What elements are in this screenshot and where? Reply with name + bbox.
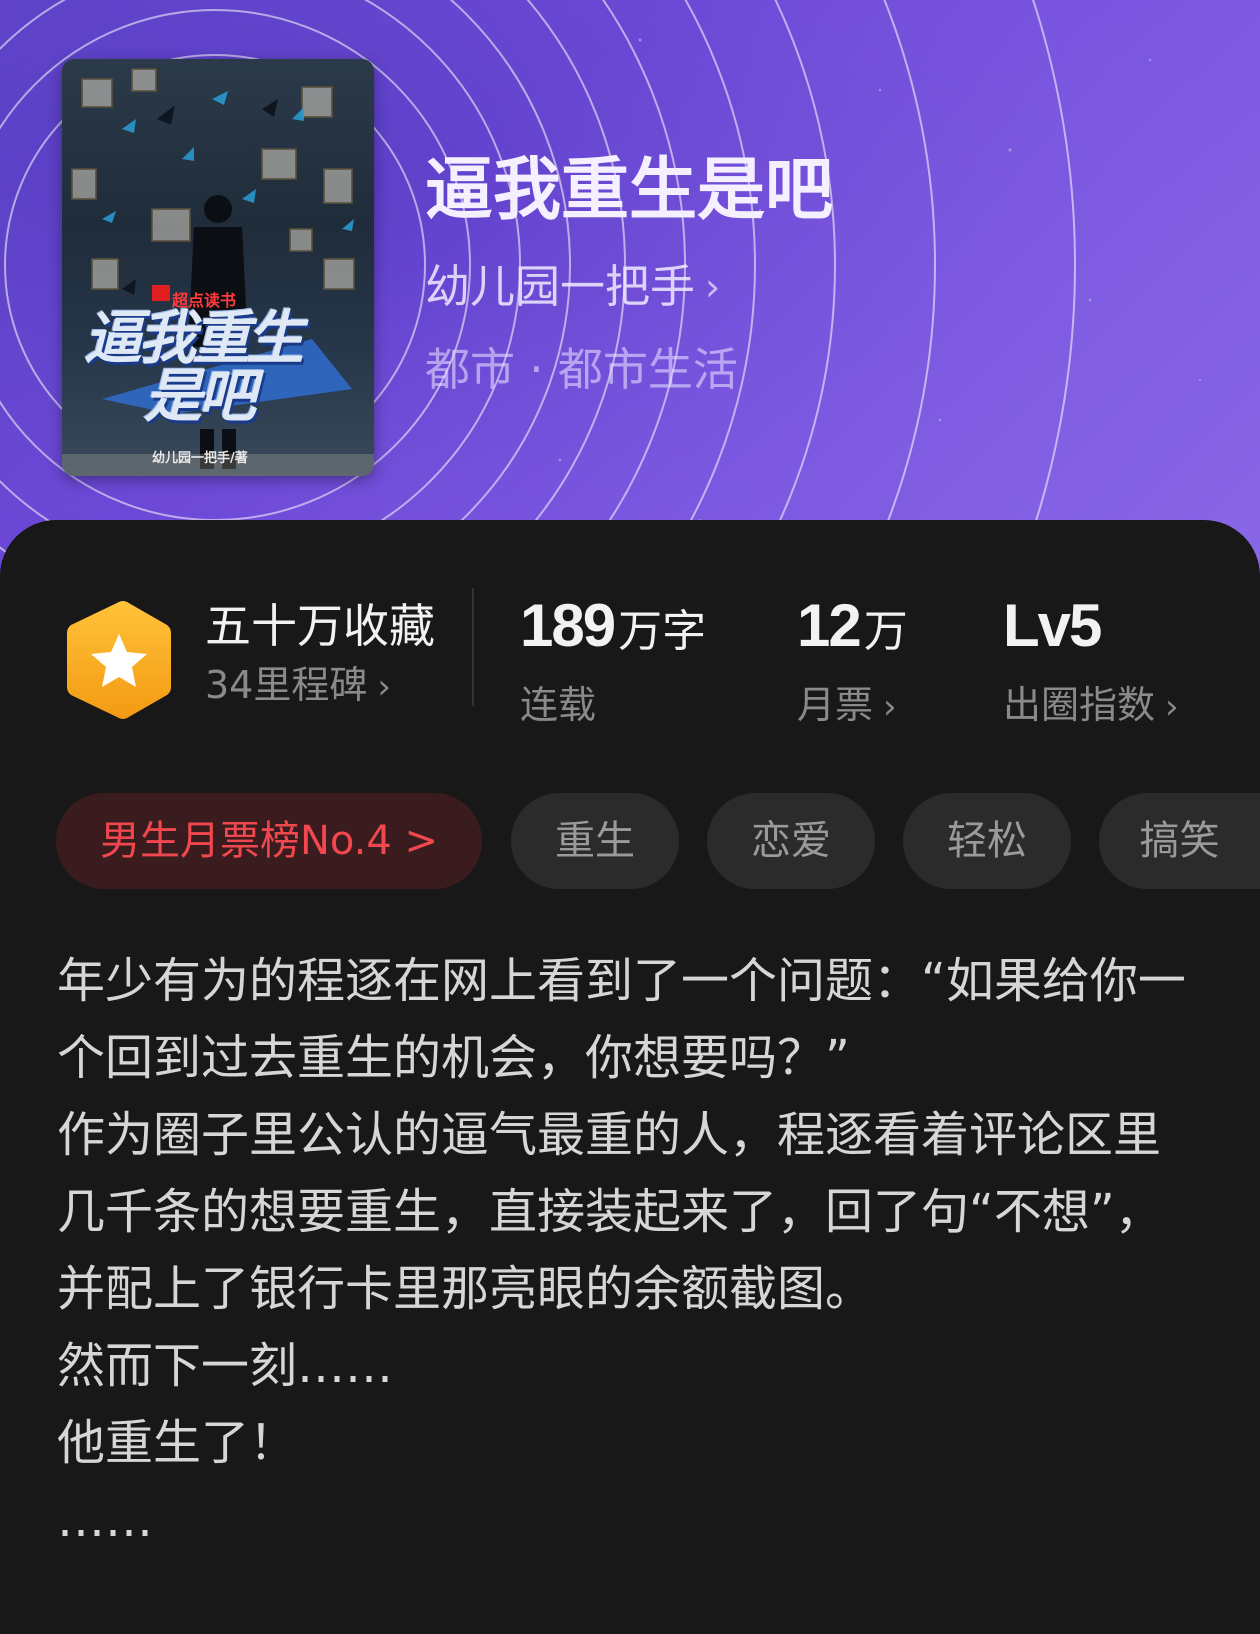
monthly-ticket-value: 12 [797,592,862,659]
influence-level-row: Lv5 [1003,590,1179,677]
word-count-value: 189 [520,592,616,659]
cover-title-line-1: 逼我重生 [84,304,304,372]
collect-title: 五十万收藏 [205,599,435,653]
author-name: 幼儿园一把手 [425,260,696,313]
collect-milestone[interactable]: 五十万收藏 34里程碑 › [205,595,435,715]
book-synopsis[interactable]: 年少有为的程逐在网上看到了一个问题：“如果给你一个回到过去重生的机会，你想要吗？… [57,943,1207,1559]
cover-title: 逼我重生 是吧 [84,309,364,425]
synopsis-paragraph: 年少有为的程逐在网上看到了一个问题：“如果给你一个回到过去重生的机会，你想要吗？… [57,953,1186,1086]
synopsis-paragraph: 作为圈子里公认的逼气最重的人，程逐看着评论区里几千条的想要重生，直接装起来了，回… [57,1107,1163,1317]
influence-index-stat[interactable]: Lv5 出圈指数 › [1003,590,1179,735]
synopsis-paragraph: …… [57,1492,153,1548]
book-title: 逼我重生是吧 [425,150,834,230]
collect-subtitle: 34里程碑 [205,663,368,707]
monthly-ticket-label-row: 月票 › [797,677,908,735]
word-count-label: 连载 [520,683,597,727]
synopsis-paragraph: 然而下一刻…… [57,1338,394,1394]
influence-label: 出圈指数 [1003,683,1156,727]
cover-title-line-2: 是吧 [144,362,256,430]
monthly-ticket-stat[interactable]: 12万 月票 › [797,590,908,735]
synopsis-paragraph: 他重生了！ [57,1415,298,1471]
tag-chip[interactable]: 搞笑 [1099,793,1260,889]
influence-level: Lv5 [1003,592,1102,659]
chevron-right-icon: › [883,687,897,727]
monthly-ticket-value-row: 12万 [797,590,908,677]
stats-divider [472,588,474,706]
chevron-right-icon: › [377,667,391,707]
influence-label-row: 出圈指数 › [1003,677,1179,735]
author-link[interactable]: 幼儿园一把手 › [425,257,720,317]
word-count-stat: 189万字 连载 [520,590,706,733]
monthly-ticket-unit: 万 [863,606,908,657]
book-header: 超点读书 逼我重生 是吧 幼儿园一把手/著 逼我重生是吧 幼儿园一把手 › 都市… [0,0,1260,600]
book-cover[interactable]: 超点读书 逼我重生 是吧 幼儿园一把手/著 [62,59,374,476]
tag-chip[interactable]: 轻松 [903,793,1071,889]
word-count-value-row: 189万字 [520,590,706,677]
word-count-unit: 万字 [618,606,707,657]
cover-author: 幼儿园一把手/著 [152,451,248,466]
star-hexagon-icon[interactable] [63,598,175,722]
genre-label: 都市 · 都市生活 [425,343,738,396]
collect-subtitle-row: 34里程碑 › [205,657,435,715]
rank-chip[interactable]: 男生月票榜No.4 > [56,793,482,889]
monthly-ticket-label: 月票 [797,683,874,727]
chevron-right-icon: › [705,265,721,309]
tag-chip[interactable]: 恋爱 [707,793,875,889]
tag-chip[interactable]: 重生 [511,793,679,889]
chevron-right-icon: › [1165,687,1179,727]
